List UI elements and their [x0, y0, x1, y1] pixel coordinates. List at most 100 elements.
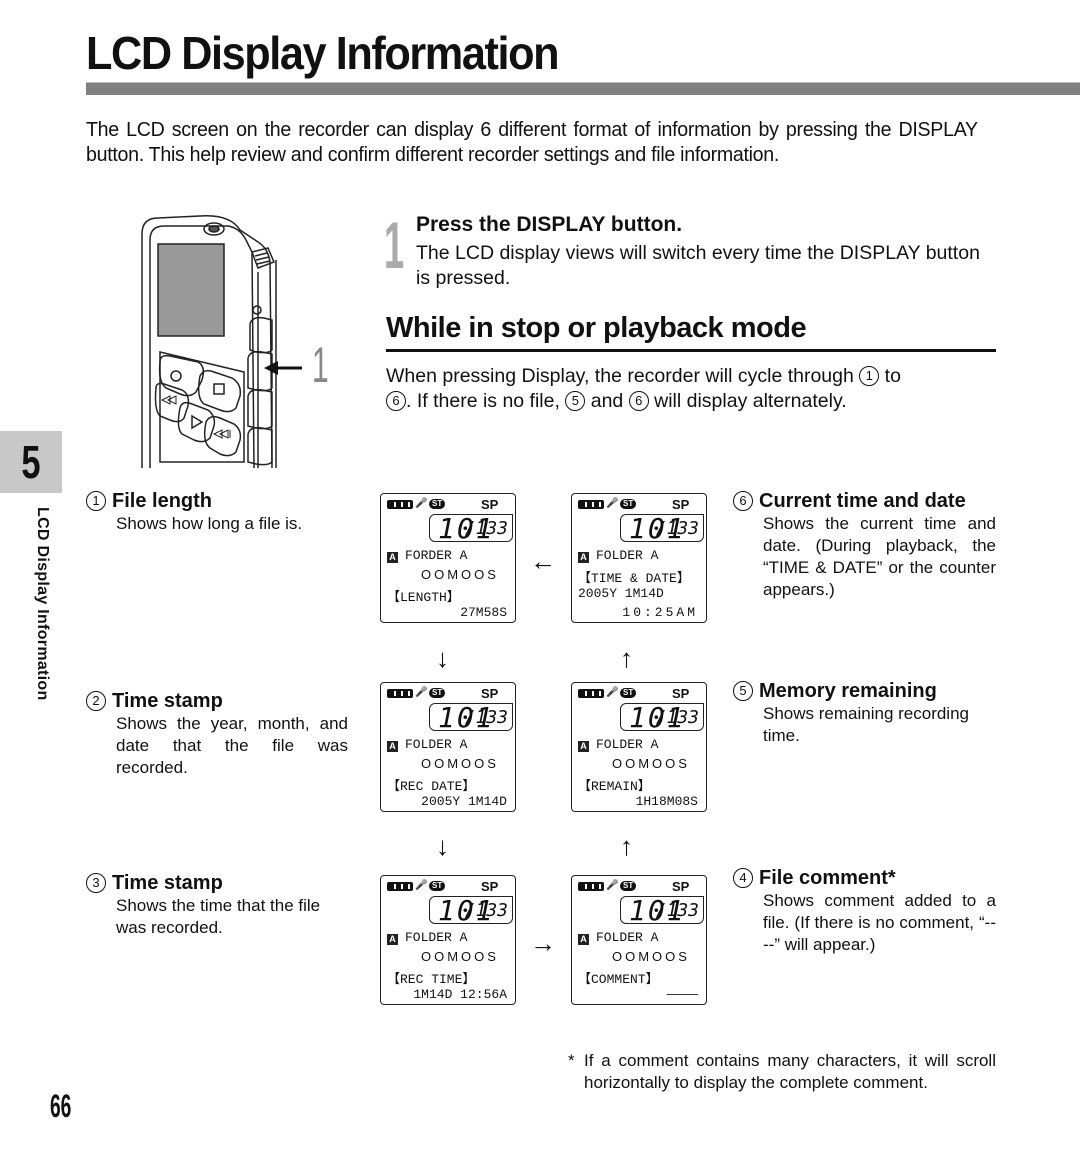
page-title: LCD Display Information [86, 27, 559, 79]
section-heading: While in stop or playback mode [386, 312, 807, 344]
circled-number: 6 [628, 391, 649, 411]
total-files: /133 [464, 900, 508, 921]
lcd-line-2: OOMOOS [421, 949, 499, 964]
stereo-icon: ST [429, 881, 446, 891]
file-counter: 101 /133 [620, 894, 704, 927]
item-title: Memory remaining [759, 680, 937, 702]
footnote-marker: * [568, 1051, 575, 1070]
folder-name: FORDER A [405, 548, 468, 563]
item-file-length: 1 File length Shows how long a file is. [86, 490, 348, 535]
footnote-text: If a comment contains many characters, i… [584, 1051, 996, 1092]
lcd-label: 【COMMENT】 [578, 972, 659, 987]
recorder-drawing [141, 215, 302, 469]
lcd-folder-line: A FOLDER A [387, 737, 467, 752]
microphone-icon: 🎤 [606, 687, 619, 698]
item-title: Current time and date [759, 490, 966, 512]
chapter-number: 5 [21, 436, 41, 488]
item-title: Time stamp [112, 690, 223, 712]
circled-number: 6 [733, 491, 753, 511]
lcd-status-bar: 🎤 ST SP [385, 497, 511, 512]
battery-icon [578, 882, 604, 891]
item-file-comment: 4 File comment* Shows comment added to a … [733, 867, 996, 956]
arrow-down-icon: ↓ [436, 831, 449, 861]
item-description: Shows the current time and date. (During… [763, 514, 996, 599]
section-rule [386, 349, 996, 352]
microphone-icon: 🎤 [415, 687, 428, 698]
file-counter: 101 /133 [620, 701, 704, 734]
record-mode: SP [672, 686, 690, 701]
total-files: /133 [464, 518, 508, 539]
item-description: Shows comment added to a file. (If there… [763, 891, 996, 954]
circled-number: 5 [733, 681, 753, 701]
battery-icon [387, 882, 413, 891]
circled-number: 2 [86, 691, 106, 711]
stereo-icon: ST [620, 499, 637, 509]
lcd-value: 27M58S [460, 605, 507, 620]
circled-number: 4 [733, 868, 753, 888]
lcd-value: 10:25AM [622, 605, 698, 620]
circled-number: 6 [386, 391, 406, 411]
file-counter: 101 /133 [429, 512, 513, 545]
item-title: Time stamp [112, 872, 223, 894]
lcd-folder-line: A FOLDER A [578, 548, 658, 563]
item-description: Shows how long a file is. [116, 514, 303, 533]
lcd-line-2: OOMOOS [421, 567, 499, 582]
item-memory-remaining: 5 Memory remaining Shows remaining record… [733, 680, 996, 747]
record-mode: SP [481, 686, 499, 701]
item-description: Shows the year, month, and date that the… [116, 714, 348, 777]
circled-number: 3 [86, 873, 106, 893]
lcd-value: 2005Y 1M14D [421, 794, 507, 809]
footnote: * If a comment contains many characters,… [568, 1050, 996, 1094]
file-counter: 101 /133 [429, 701, 513, 734]
folder-icon: A [578, 552, 589, 563]
microphone-icon: 🎤 [606, 880, 619, 891]
step-number: 1 [384, 208, 405, 282]
lcd-screen-1: 🎤 ST SP 101 /133 A FORDER A OOMOOS 【LENGT… [380, 493, 516, 623]
recorder-illustration [140, 212, 380, 469]
lcd-line-2: OOMOOS [612, 756, 690, 771]
folder-name: FOLDER A [596, 930, 659, 945]
lcd-line-2: OOMOOS [421, 756, 499, 771]
lcd-folder-line: A FOLDER A [578, 930, 658, 945]
total-files: /133 [655, 518, 699, 539]
lcd-screen-6: 🎤 ST SP 101 /133 A FOLDER A 【TIME & DATE】… [571, 493, 707, 623]
item-description: Shows remaining recording time. [763, 704, 969, 745]
file-counter: 101 /133 [620, 512, 704, 545]
lcd-screen-5: 🎤 ST SP 101 /133 A FOLDER A OOMOOS 【REMAI… [571, 682, 707, 812]
folder-icon: A [387, 741, 398, 752]
file-counter: 101 /133 [429, 894, 513, 927]
stereo-icon: ST [429, 688, 446, 698]
circled-number: 1 [859, 366, 880, 386]
lcd-folder-line: A FOLDER A [387, 930, 467, 945]
folder-icon: A [387, 552, 398, 563]
item-current-time-date: 6 Current time and date Shows the current… [733, 490, 996, 601]
battery-icon [387, 689, 413, 698]
record-mode: SP [481, 879, 499, 894]
text: will display alternately. [648, 390, 847, 412]
lcd-status-bar: 🎤 ST SP [385, 879, 511, 894]
microphone-icon: 🎤 [606, 498, 619, 509]
folder-icon: A [578, 741, 589, 752]
lcd-status-bar: 🎤 ST SP [576, 879, 702, 894]
item-time-stamp-date: 2 Time stamp Shows the year, month, and d… [86, 690, 348, 779]
text: and [585, 390, 629, 412]
lcd-label: 【REC TIME】 [387, 972, 476, 987]
folder-icon: A [387, 934, 398, 945]
item-title: File comment* [759, 867, 896, 889]
intro-paragraph: The LCD screen on the recorder can displ… [86, 119, 978, 166]
lcd-value: 1H18M08S [635, 794, 698, 809]
lcd-value: ———— [666, 987, 698, 1002]
title-divider [86, 82, 1080, 95]
total-files: /133 [464, 707, 508, 728]
step-description: The LCD display views will switch every … [416, 242, 980, 289]
arrow-right-icon: → [530, 928, 556, 958]
microphone-icon: 🎤 [415, 880, 428, 891]
item-time-stamp-time: 3 Time stamp Shows the time that the file… [86, 872, 348, 939]
lcd-label: 2005Y 1M14D [578, 586, 664, 601]
lcd-label: 【REMAIN】 [578, 779, 651, 794]
folder-name: FOLDER A [405, 930, 468, 945]
arrow-up-icon: ↑ [620, 831, 633, 861]
step-title: Press the DISPLAY button. [416, 213, 683, 236]
record-mode: SP [672, 497, 690, 512]
circled-number: 1 [86, 491, 106, 511]
